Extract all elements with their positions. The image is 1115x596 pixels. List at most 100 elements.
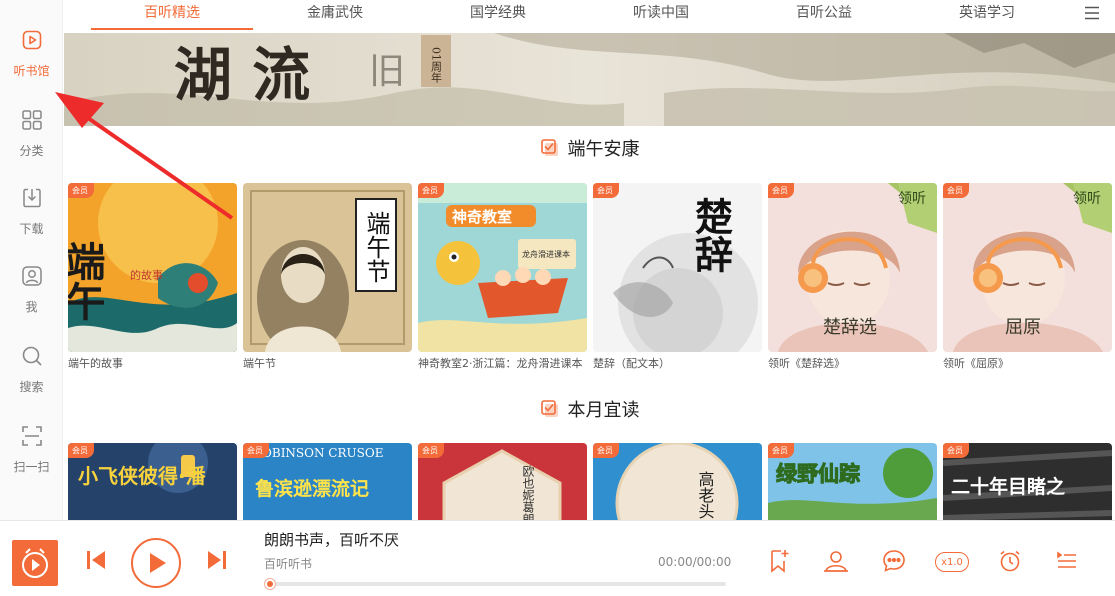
app-window: 听书馆 分类 下载 我 搜索 扫一扫 百听精选 金庸武侠 国学经典 听读中国 百…	[0, 0, 1115, 596]
vip-badge: 会员	[418, 183, 444, 198]
tab-china[interactable]: 听读中国	[580, 0, 742, 30]
sidebar-item-library[interactable]: 听书馆	[0, 22, 63, 84]
cover-corner-label: 领听	[1073, 191, 1101, 207]
cover-title: 楚辞选	[823, 317, 877, 338]
sidebar: 听书馆 分类 下载 我 搜索 扫一扫	[0, 0, 63, 520]
tab-charity[interactable]: 百听公益	[743, 0, 905, 30]
player-bar: 朗朗书声，百听不厌 百听听书 00:00/00:00 x1.0	[0, 520, 1115, 596]
cover-title: 楚辞	[689, 197, 734, 273]
book-title: 领听《屈原》	[943, 357, 1009, 370]
tab-guoxue[interactable]: 国学经典	[417, 0, 579, 30]
book-card[interactable]: 神奇教室 龙舟滑进课本 会员 神奇教室2·浙江篇：龙舟滑进课本	[418, 183, 587, 371]
next-icon[interactable]	[206, 548, 228, 576]
section-title-monthly: 本月宜读	[64, 396, 1115, 422]
grid-icon	[20, 108, 44, 136]
download-icon	[20, 186, 44, 214]
book-title: 端午的故事	[68, 357, 123, 370]
book-cover: 领听 楚辞选 会员	[768, 183, 937, 352]
vip-badge: 会员	[593, 183, 619, 198]
cover-corner-label: 领听	[898, 191, 926, 207]
book-title: 领听《楚辞选》	[768, 357, 845, 370]
book-title: 神奇教室2·浙江篇：龙舟滑进课本	[418, 357, 583, 370]
previous-icon[interactable]	[85, 548, 107, 576]
sidebar-item-label: 搜索	[19, 379, 44, 394]
scan-icon	[20, 424, 44, 452]
play-square-icon	[20, 28, 44, 56]
book-cover: 端午节	[243, 183, 412, 352]
book-card[interactable]: 领听 屈原 会员 领听《屈原》	[943, 183, 1112, 371]
sidebar-item-label: 听书馆	[13, 63, 50, 78]
tab-english[interactable]: 英语学习	[906, 0, 1068, 30]
sidebar-item-download[interactable]: 下载	[0, 180, 63, 242]
book-card[interactable]: 端午 的故事 会员 端午的故事	[68, 183, 237, 371]
sidebar-item-label: 扫一扫	[13, 459, 50, 474]
cover-title: 屈原	[1005, 317, 1041, 338]
sidebar-item-search[interactable]: 搜索	[0, 338, 63, 400]
cover-title: 神奇教室	[452, 208, 512, 226]
now-playing-cover[interactable]	[12, 540, 58, 586]
vip-badge: 会员	[768, 183, 794, 198]
cover-subtitle: ROBINSON CRUSOE	[253, 446, 383, 460]
section-title-dragon-boat: 端午安康	[64, 135, 1115, 161]
sidebar-item-scan[interactable]: 扫一扫	[0, 418, 63, 480]
cover-title: 端午	[68, 241, 106, 321]
vip-badge: 会员	[593, 443, 619, 458]
book-cover: 领听 屈原 会员	[943, 183, 1112, 352]
book-cover: 端午 的故事 会员	[68, 183, 237, 352]
banner-text-side: 旧	[369, 51, 405, 92]
sidebar-item-category[interactable]: 分类	[0, 102, 63, 164]
vip-badge: 会员	[68, 183, 94, 198]
track-source: 百听听书	[264, 557, 313, 571]
cover-subtitle: 的故事	[130, 268, 163, 282]
sidebar-item-me[interactable]: 我	[0, 258, 63, 320]
section-title-text: 本月宜读	[567, 400, 640, 421]
book-card[interactable]: 领听 楚辞选 会员 领听《楚辞选》	[768, 183, 937, 371]
track-time: 00:00/00:00	[658, 555, 732, 569]
user-icon	[20, 264, 44, 292]
playlist-icon[interactable]	[1055, 549, 1079, 577]
sidebar-item-label: 分类	[19, 143, 44, 158]
cover-title: 鲁滨逊漂流记	[254, 477, 369, 500]
play-button[interactable]	[130, 537, 182, 593]
sleep-mode-icon[interactable]	[822, 548, 850, 578]
comment-icon[interactable]	[881, 548, 907, 578]
book-card[interactable]: 端午节 端午节	[243, 183, 412, 371]
checkbox-section-icon	[540, 139, 558, 156]
book-cover: 神奇教室 龙舟滑进课本 会员	[418, 183, 587, 352]
section-title-text: 端午安康	[567, 139, 640, 160]
vip-badge: 会员	[768, 443, 794, 458]
tab-jinyong[interactable]: 金庸武侠	[254, 0, 416, 30]
tab-selected[interactable]: 百听精选	[91, 0, 253, 30]
banner-text-vertical: 01周年	[430, 47, 443, 83]
cover-title: 绿野仙踪	[776, 462, 860, 486]
checkbox-section-icon	[540, 400, 558, 417]
vip-badge: 会员	[418, 443, 444, 458]
promo-banner[interactable]: 湖 流 旧 01周年	[64, 33, 1115, 126]
sidebar-item-label: 下载	[19, 221, 44, 236]
bookmark-add-icon[interactable]	[767, 548, 791, 578]
book-cover: 楚辞 会员	[593, 183, 762, 352]
vip-badge: 会员	[243, 443, 269, 458]
category-tab-bar: 百听精选 金庸武侠 国学经典 听读中国 百听公益 英语学习	[64, 0, 1115, 33]
book-title: 楚辞（配文本）	[593, 357, 670, 370]
sidebar-item-label: 我	[25, 299, 38, 314]
book-card[interactable]: 楚辞 会员 楚辞（配文本）	[593, 183, 762, 371]
banner-text-main: 湖 流	[174, 41, 310, 109]
search-icon	[20, 344, 44, 372]
cover-title: 二十年目睹之	[951, 475, 1065, 498]
cover-title: 端午节	[362, 211, 390, 283]
progress-slider[interactable]	[264, 578, 726, 590]
vip-badge: 会员	[943, 443, 969, 458]
book-title: 端午节	[243, 357, 276, 370]
alarm-timer-icon[interactable]	[997, 548, 1023, 578]
cover-subtitle: 龙舟滑进课本	[522, 249, 570, 259]
cover-title: 高老头	[696, 471, 715, 519]
track-title: 朗朗书声，百听不厌	[264, 531, 400, 549]
menu-icon[interactable]	[1083, 4, 1101, 22]
cover-title: 小飞侠彼得·潘	[78, 464, 207, 488]
progress-knob[interactable]	[264, 578, 276, 590]
vip-badge: 会员	[68, 443, 94, 458]
speed-label: x1.0	[941, 556, 963, 568]
playback-speed-button[interactable]: x1.0	[935, 552, 969, 572]
vip-badge: 会员	[943, 183, 969, 198]
